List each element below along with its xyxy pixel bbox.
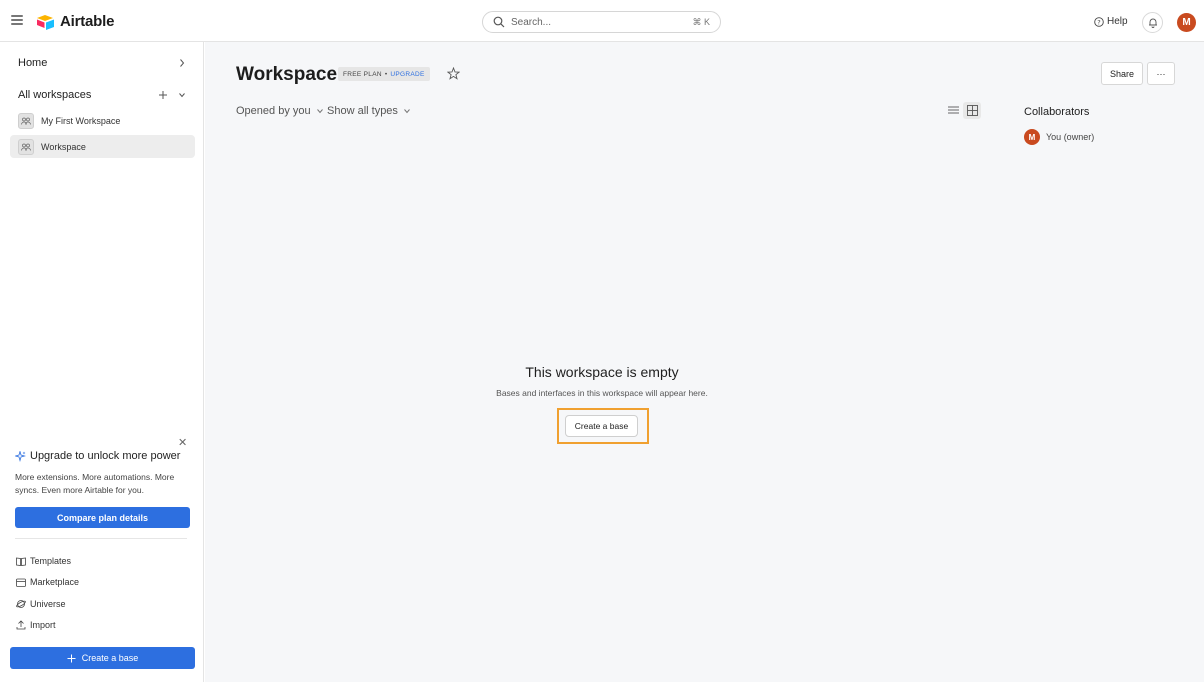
sidebar-item-home[interactable]: Home xyxy=(18,57,186,69)
workspace-icon xyxy=(18,138,34,155)
chevron-down-icon[interactable] xyxy=(178,91,186,99)
help-icon: ? xyxy=(1094,16,1104,27)
sidebar-item-my-first-workspace[interactable]: My First Workspace xyxy=(10,109,195,132)
search-shortcut: ⌘ K xyxy=(692,16,710,27)
chevron-right-icon xyxy=(180,59,185,67)
airtable-logo-icon xyxy=(37,14,54,30)
page-title: Workspace xyxy=(236,64,338,85)
sidebar-item-workspace[interactable]: Workspace xyxy=(10,135,195,158)
create-base-sidebar-button[interactable]: Create a base xyxy=(10,647,195,669)
more-options-button[interactable]: ··· xyxy=(1147,62,1175,85)
sidebar-link-templates[interactable]: Templates xyxy=(16,556,71,566)
book-icon xyxy=(16,557,26,566)
sidebar-link-import[interactable]: Import xyxy=(16,620,56,630)
airtable-logo[interactable]: Airtable xyxy=(36,13,114,30)
notifications-button[interactable] xyxy=(1142,12,1163,33)
sidebar-link-universe[interactable]: Universe xyxy=(16,599,66,609)
menu-icon[interactable] xyxy=(11,15,23,25)
collaborator-name: You (owner) xyxy=(1046,132,1095,142)
type-filter[interactable]: Show all types xyxy=(327,105,411,117)
collaborator-item[interactable]: M You (owner) xyxy=(1024,129,1094,145)
compare-plan-button[interactable]: Compare plan details xyxy=(15,507,190,528)
plan-separator: • xyxy=(384,70,388,78)
empty-state-subtitle: Bases and interfaces in this workspace w… xyxy=(496,388,708,398)
close-icon[interactable]: ✕ xyxy=(178,436,187,449)
all-workspaces-label: All workspaces xyxy=(18,89,92,101)
sparkle-icon xyxy=(15,450,26,462)
grid-view-icon xyxy=(966,105,978,116)
sidebar: Home All workspaces My First Workspace W… xyxy=(0,42,204,682)
upgrade-link[interactable]: UPGRADE xyxy=(390,71,424,78)
empty-state-title: This workspace is empty xyxy=(525,364,679,380)
create-base-button[interactable]: Create a base xyxy=(565,415,638,437)
promo-title: Upgrade to unlock more power xyxy=(15,450,180,462)
plan-badge[interactable]: FREE PLAN • UPGRADE xyxy=(338,67,430,81)
main-content: Workspace FREE PLAN • UPGRADE Share ··· … xyxy=(205,42,1204,682)
app-name: Airtable xyxy=(60,13,115,30)
workspace-label: Workspace xyxy=(41,141,86,152)
collaborator-avatar: M xyxy=(1024,129,1040,145)
sidebar-link-marketplace[interactable]: Marketplace xyxy=(16,577,79,587)
plan-name: FREE PLAN xyxy=(343,70,382,78)
star-icon[interactable] xyxy=(447,67,460,80)
bell-icon xyxy=(1148,18,1157,28)
marketplace-icon xyxy=(16,578,26,587)
share-button[interactable]: Share xyxy=(1101,62,1143,85)
globe-icon xyxy=(16,600,26,608)
top-bar: Airtable Search... ⌘ K ? Help M xyxy=(0,0,1204,42)
sidebar-item-all-workspaces[interactable]: All workspaces xyxy=(18,89,186,101)
plus-icon[interactable] xyxy=(158,90,168,100)
opened-by-filter[interactable]: Opened by you xyxy=(236,105,324,117)
search-icon xyxy=(493,16,505,28)
grid-view-button[interactable] xyxy=(963,102,981,119)
help-button[interactable]: ? Help xyxy=(1094,16,1128,27)
search-bar[interactable]: Search... ⌘ K xyxy=(482,11,721,33)
promo-body: More extensions. More automations. More … xyxy=(15,472,175,495)
user-avatar[interactable]: M xyxy=(1177,13,1196,32)
plus-icon xyxy=(67,654,76,662)
search-placeholder: Search... xyxy=(511,16,552,28)
list-view-icon[interactable] xyxy=(948,105,959,115)
upload-icon xyxy=(16,620,26,630)
home-label: Home xyxy=(18,57,48,69)
chevron-down-icon xyxy=(316,109,323,114)
workspace-icon xyxy=(18,112,34,129)
collaborators-title: Collaborators xyxy=(1024,106,1090,118)
workspace-label: My First Workspace xyxy=(41,115,121,126)
svg-text:?: ? xyxy=(1097,18,1100,26)
divider xyxy=(15,538,187,539)
help-label: Help xyxy=(1107,16,1128,27)
chevron-down-icon xyxy=(404,109,410,114)
